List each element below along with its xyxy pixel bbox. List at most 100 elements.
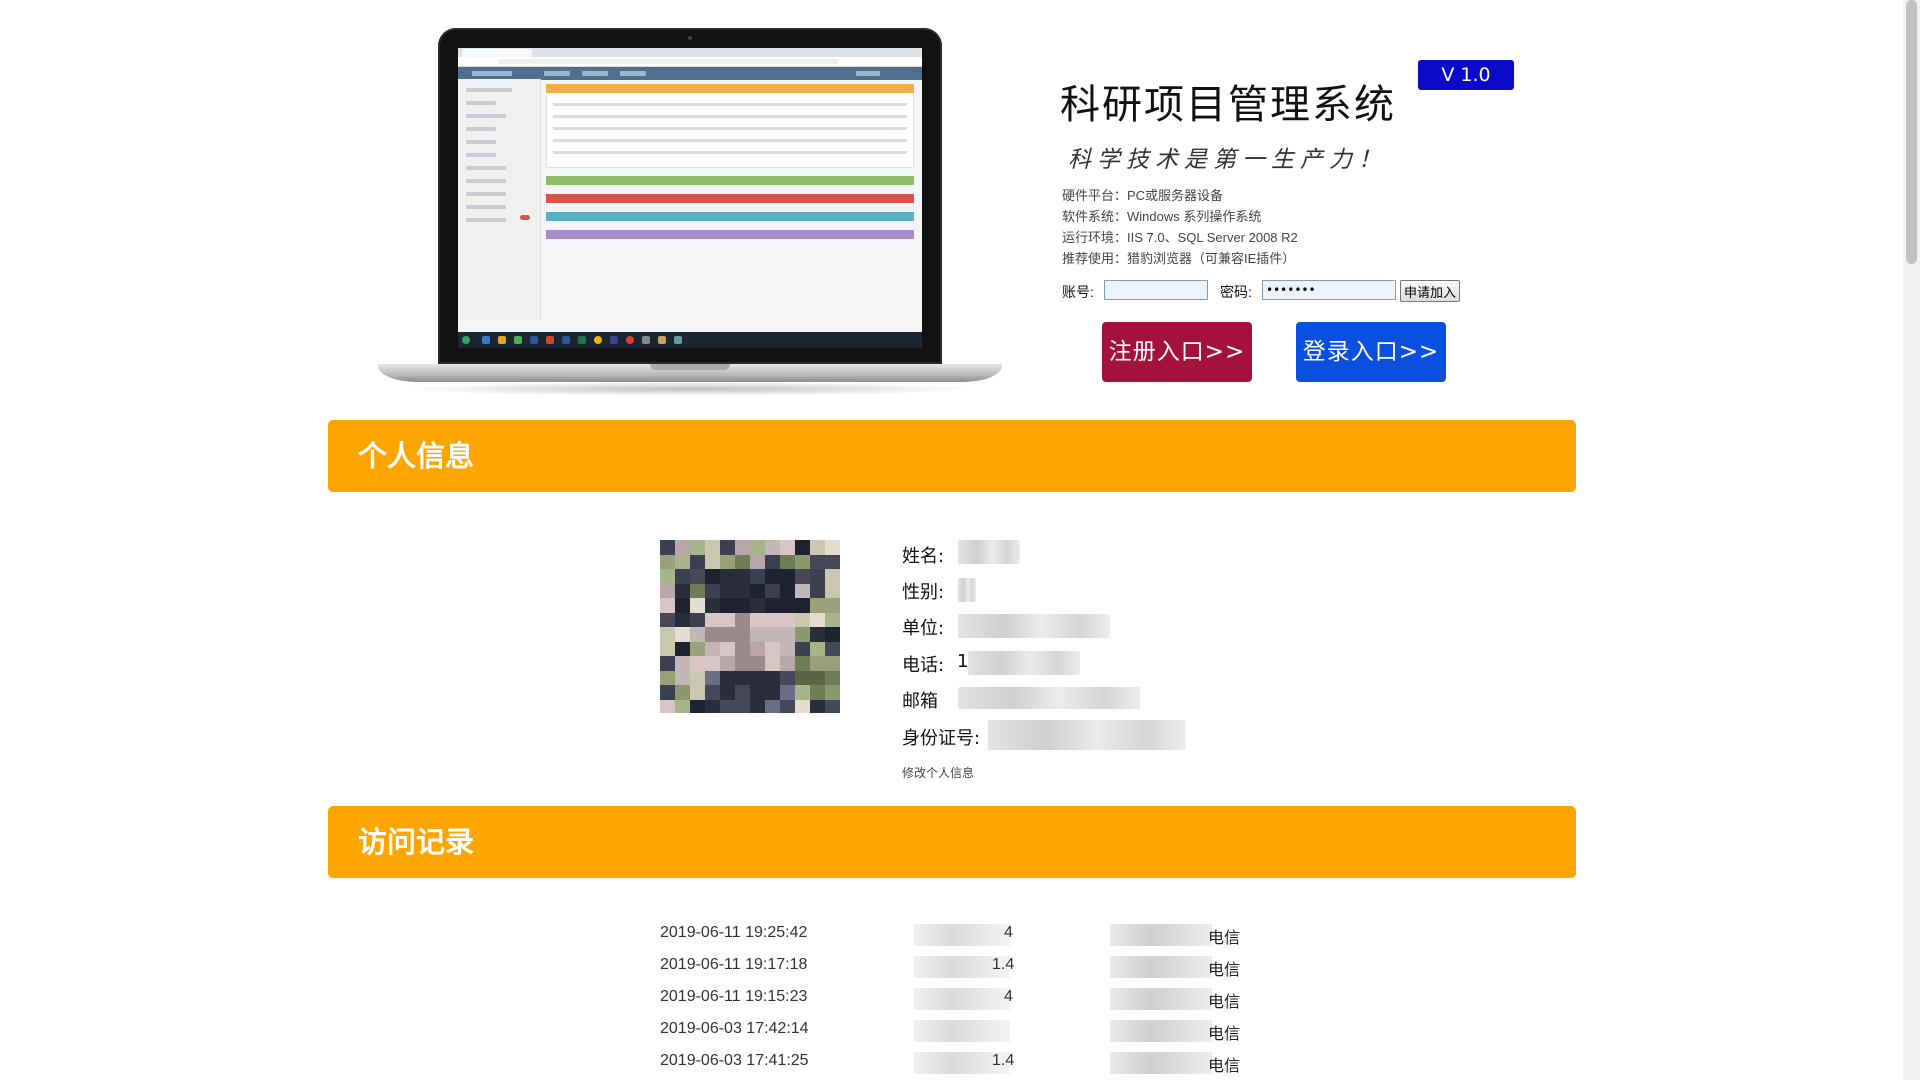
- visit-isp-suffix: 电信: [1208, 992, 1241, 1011]
- avatar-pixel: [765, 627, 780, 642]
- avatar-pixel: [780, 685, 795, 700]
- avatar-pixel: [765, 685, 780, 700]
- laptop-lid: [438, 28, 942, 364]
- avatar-pixel: [705, 641, 720, 656]
- password-label: 密码:: [1220, 284, 1252, 300]
- avatar-pixel: [780, 641, 795, 656]
- avatar-pixel: [780, 598, 795, 613]
- laptop-screen: [458, 48, 922, 348]
- avatar-pixel: [780, 670, 795, 685]
- avatar-pixel: [660, 641, 675, 656]
- avatar-pixel: [795, 685, 810, 700]
- account-input[interactable]: [1104, 280, 1208, 300]
- avatar-pixel: [765, 583, 780, 598]
- avatar-pixel: [720, 540, 735, 555]
- avatar-pixel: [810, 685, 825, 700]
- avatar-pixel: [750, 656, 765, 671]
- visit-time: 2019-06-11 19:25:42: [660, 924, 808, 941]
- avatar-pixel: [795, 612, 810, 627]
- avatar-pixel: [720, 670, 735, 685]
- avatar-pixel: [795, 627, 810, 642]
- avatar-pixel: [660, 598, 675, 613]
- avatar-pixel: [750, 583, 765, 598]
- avatar-pixel: [675, 598, 690, 613]
- avatar-pixel: [705, 540, 720, 555]
- edit-personal-info-link[interactable]: 修改个人信息: [902, 764, 974, 781]
- app-title: 科研项目管理系统: [1060, 82, 1396, 128]
- avatar-pixel: [795, 670, 810, 685]
- avatar-pixel: [675, 670, 690, 685]
- login-entry-button[interactable]: 登录入口>>: [1296, 322, 1446, 382]
- avatar-pixel: [795, 569, 810, 584]
- avatar-pixel: [810, 670, 825, 685]
- avatar-pixel: [735, 699, 750, 713]
- spec-hardware: 硬件平台：PC或服务器设备: [1062, 188, 1224, 203]
- phone-value-redacted: [968, 651, 1080, 675]
- avatar-pixel: [675, 583, 690, 598]
- avatar-pixel: [825, 685, 840, 700]
- id-number-label: 身份证号:: [902, 728, 981, 749]
- password-input[interactable]: [1262, 280, 1396, 300]
- avatar-pixel: [825, 641, 840, 656]
- avatar-pixel: [795, 598, 810, 613]
- avatar-pixel: [765, 612, 780, 627]
- visit-ip-suffix: 1.4: [992, 956, 1015, 973]
- spec-software: 软件系统：Windows 系列操作系统: [1062, 209, 1262, 224]
- phone-prefix: 1: [957, 651, 969, 672]
- avatar-pixel: [795, 641, 810, 656]
- register-entry-button[interactable]: 注册入口>>: [1102, 322, 1252, 382]
- avatar-pixel: [735, 540, 750, 555]
- visit-isp-redacted: [1110, 988, 1212, 1010]
- avatar-pixel: [810, 569, 825, 584]
- avatar-pixel: [720, 598, 735, 613]
- avatar-pixel: [705, 612, 720, 627]
- screen-taskbar: [458, 332, 922, 348]
- avatar-pixel: [735, 598, 750, 613]
- avatar-pixel: [810, 554, 825, 569]
- visit-time: 2019-06-03 17:41:25: [660, 1052, 809, 1069]
- avatar-pixel: [735, 554, 750, 569]
- visit-time: 2019-06-11 19:15:23: [660, 988, 808, 1005]
- visit-ip-redacted: [914, 924, 1010, 946]
- avatar-pixel: [750, 540, 765, 555]
- avatar-pixel: [690, 627, 705, 642]
- avatar-pixel: [780, 583, 795, 598]
- apply-join-button[interactable]: 申请加入: [1400, 280, 1460, 302]
- laptop-preview-image: [378, 28, 1002, 398]
- visit-time: 2019-06-03 17:42:14: [660, 1020, 809, 1037]
- avatar-pixel: [750, 598, 765, 613]
- avatar-pixel: [825, 598, 840, 613]
- name-label: 姓名:: [902, 546, 945, 567]
- version-badge: V 1.0: [1418, 60, 1514, 90]
- laptop-shadow: [398, 382, 982, 396]
- avatar-pixel: [735, 583, 750, 598]
- spec-browser: 推荐使用：猎豹浏览器（可兼容IE插件）: [1062, 251, 1296, 266]
- avatar-pixel: [660, 627, 675, 642]
- avatar-pixel: [675, 656, 690, 671]
- avatar-pixel: [690, 699, 705, 713]
- screen-tabbar: [458, 48, 922, 57]
- avatar-pixel: [705, 583, 720, 598]
- page-scrollbar[interactable]: [1903, 0, 1920, 1080]
- avatar-pixel: [780, 554, 795, 569]
- avatar-pixel: [750, 554, 765, 569]
- avatar-pixel: [705, 699, 720, 713]
- avatar-pixel: [720, 612, 735, 627]
- laptop-notch: [650, 364, 730, 370]
- avatar-pixel: [720, 627, 735, 642]
- avatar-pixel: [720, 699, 735, 713]
- visit-ip-suffix: 1.4: [992, 1052, 1015, 1069]
- avatar-pixel: [705, 598, 720, 613]
- avatar-pixel: [795, 699, 810, 713]
- gender-value-redacted: [958, 578, 976, 602]
- avatar-pixel: [690, 612, 705, 627]
- avatar-pixel: [735, 670, 750, 685]
- screen-main: [546, 84, 914, 320]
- avatar-pixel: [780, 540, 795, 555]
- avatar-pixel: [690, 554, 705, 569]
- avatar-pixel: [765, 598, 780, 613]
- avatar-pixel: [675, 540, 690, 555]
- avatar-pixel: [750, 699, 765, 713]
- avatar-pixel: [825, 540, 840, 555]
- scrollbar-thumb[interactable]: [1906, 0, 1917, 264]
